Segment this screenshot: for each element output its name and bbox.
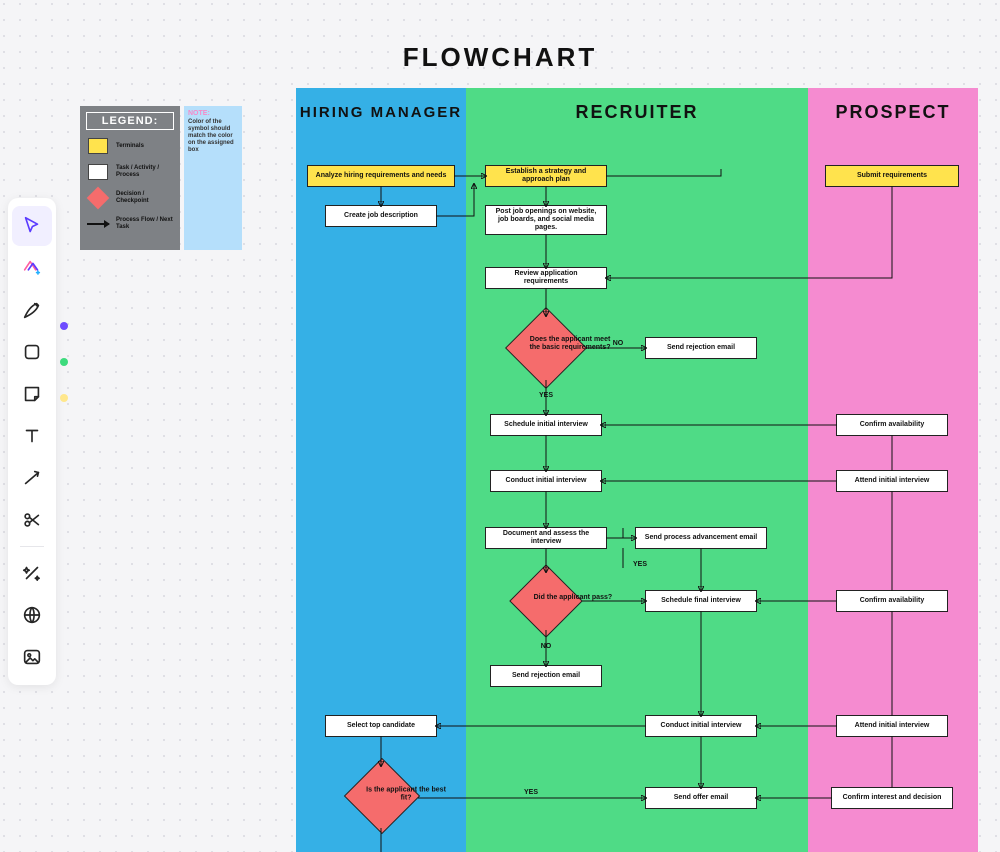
node-hm-analyze[interactable]: Analyze hiring requirements and needs bbox=[308, 166, 454, 186]
node-rc-assess[interactable]: Document and assess the interview bbox=[486, 528, 606, 548]
legend-row-decision: Decision / Checkpoint bbox=[86, 188, 174, 208]
node-rc-offer[interactable]: Send offer email bbox=[646, 788, 756, 808]
node-rc-advance[interactable]: Send process advancement email bbox=[636, 528, 766, 548]
lane-head-hm: HIRING MANAGER bbox=[296, 88, 466, 136]
tool-select[interactable] bbox=[12, 206, 52, 246]
legend-group[interactable]: LEGEND: Terminals Task / Activity / Proc… bbox=[80, 106, 242, 250]
left-toolbar: ai bbox=[8, 198, 56, 685]
lane-recruiter: RECRUITER bbox=[466, 88, 808, 852]
pen-color-indicator bbox=[60, 322, 68, 330]
shape-color-indicator bbox=[60, 358, 68, 366]
sticky-color-indicator bbox=[60, 394, 68, 402]
tool-pen[interactable] bbox=[12, 290, 52, 330]
tool-image[interactable] bbox=[12, 637, 52, 677]
tool-web[interactable] bbox=[12, 595, 52, 635]
node-pr-decision[interactable]: Confirm interest and decision bbox=[832, 788, 952, 808]
toolbar-divider bbox=[20, 546, 44, 547]
flowchart-canvas[interactable]: HIRING MANAGER RECRUITER PROSPECT Analyz… bbox=[296, 88, 990, 852]
tool-sticky[interactable] bbox=[12, 374, 52, 414]
node-rc-schedule[interactable]: Schedule initial interview bbox=[491, 415, 601, 435]
tool-ai[interactable]: ai bbox=[12, 248, 52, 288]
legend-row-process: Task / Activity / Process bbox=[86, 162, 174, 182]
node-hm-select[interactable]: Select top candidate bbox=[326, 716, 436, 736]
lane-head-pr: PROSPECT bbox=[808, 88, 978, 136]
tool-text[interactable] bbox=[12, 416, 52, 456]
node-rc-post[interactable]: Post job openings on website, job boards… bbox=[486, 206, 606, 234]
node-pr-submit[interactable]: Submit requirements bbox=[826, 166, 958, 186]
legend-panel: LEGEND: Terminals Task / Activity / Proc… bbox=[80, 106, 180, 250]
legend-note-head: NOTE: bbox=[188, 110, 238, 117]
legend-row-flow: Process Flow / Next Task bbox=[86, 214, 174, 234]
node-pr-confirm2[interactable]: Confirm availability bbox=[837, 591, 947, 611]
lane-hiring-manager: HIRING MANAGER bbox=[296, 88, 466, 852]
lane-prospect: PROSPECT bbox=[808, 88, 978, 852]
node-rc-reject1[interactable]: Send rejection email bbox=[646, 338, 756, 358]
tool-connector[interactable] bbox=[12, 458, 52, 498]
node-rc-final[interactable]: Schedule final interview bbox=[646, 591, 756, 611]
diagram-title: FLOWCHART bbox=[0, 42, 1000, 73]
node-pr-confirm1[interactable]: Confirm availability bbox=[837, 415, 947, 435]
tool-magic[interactable] bbox=[12, 553, 52, 593]
lane-head-rc: RECRUITER bbox=[466, 88, 808, 136]
legend-row-terminals: Terminals bbox=[86, 136, 174, 156]
legend-heading: LEGEND: bbox=[86, 112, 174, 130]
tool-cut[interactable] bbox=[12, 500, 52, 540]
tool-shape[interactable] bbox=[12, 332, 52, 372]
node-rc-strategy[interactable]: Establish a strategy and approach plan bbox=[486, 166, 606, 186]
node-hm-jobdesc[interactable]: Create job description bbox=[326, 206, 436, 226]
node-rc-conduct2[interactable]: Conduct initial interview bbox=[646, 716, 756, 736]
legend-note-body: Color of the symbol should match the col… bbox=[188, 119, 238, 154]
node-pr-attend2[interactable]: Attend initial interview bbox=[837, 716, 947, 736]
node-rc-reject2[interactable]: Send rejection email bbox=[491, 666, 601, 686]
node-rc-conduct1[interactable]: Conduct initial interview bbox=[491, 471, 601, 491]
node-rc-review[interactable]: Review application requirements bbox=[486, 268, 606, 288]
legend-note: NOTE: Color of the symbol should match t… bbox=[184, 106, 242, 250]
node-pr-attend1[interactable]: Attend initial interview bbox=[837, 471, 947, 491]
